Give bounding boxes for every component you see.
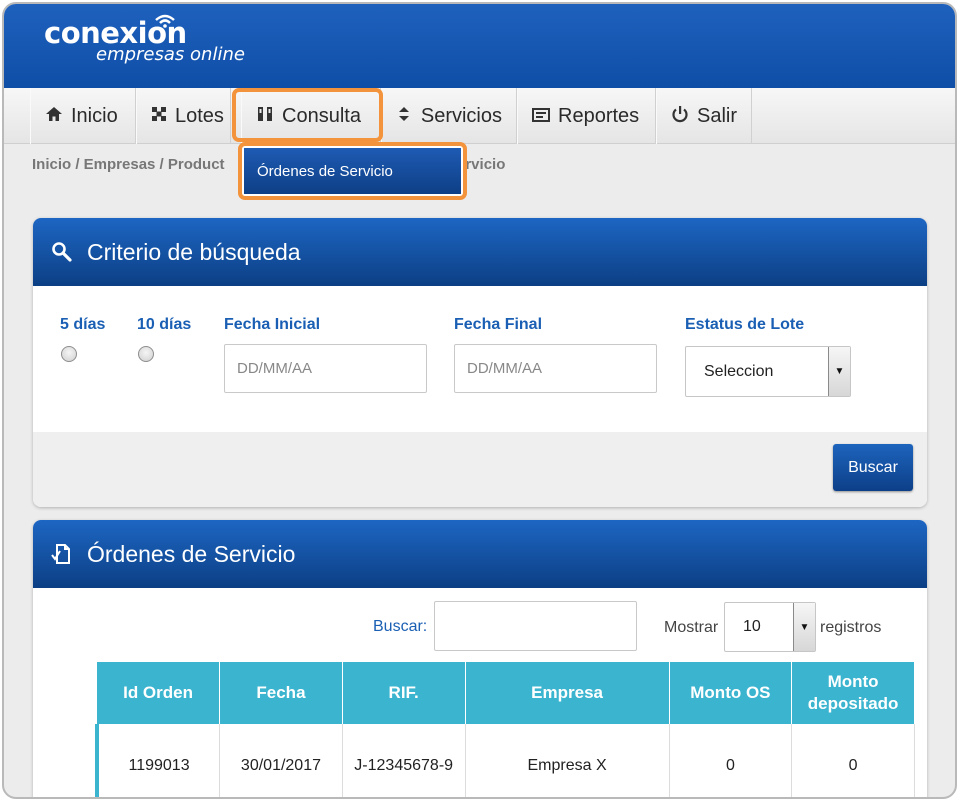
cell-rif: J-12345678-9 [342,724,466,797]
wifi-icon [155,14,175,28]
col-monto-os[interactable]: Monto OS [669,662,793,724]
estatus-select-value: Seleccion [704,362,774,380]
table-search-input[interactable] [434,601,637,651]
nav-reportes[interactable]: Reportes [517,88,656,144]
col-rif[interactable]: RIF. [342,662,466,724]
nav-label: Inicio [71,104,118,127]
orders-panel: Órdenes de Servicio Buscar: Mostrar 10 ▼… [33,520,927,797]
consulta-highlight [232,88,383,142]
document-icon [51,544,70,564]
table-header-row: Id Orden Fecha RIF. Empresa Monto OS Mon… [97,662,915,724]
radio-10-label: 10 días [137,316,192,333]
mostrar-label: Mostrar [664,619,719,636]
cell-id-orden: 1199013 [95,724,221,797]
search-panel-header: Criterio de búsqueda [33,218,927,286]
search-panel-title: Criterio de búsqueda [87,238,301,265]
fecha-final-label: Fecha Final [454,316,543,333]
search-icon [52,242,72,262]
fecha-final-input[interactable] [454,344,657,393]
nav-inicio[interactable]: Inicio [30,88,136,144]
orders-table: Id Orden Fecha RIF. Empresa Monto OS Mon… [95,662,915,797]
col-empresa[interactable]: Empresa [465,662,670,724]
search-panel-footer: Buscar [33,432,927,507]
nav-servicios[interactable]: Servicios [381,88,517,144]
nav-lotes[interactable]: Lotes [136,88,231,144]
app-window: conexion empresas online Inicio Lotes Co… [2,2,957,799]
home-icon [45,105,63,128]
header: conexion empresas online [4,4,955,88]
chevron-down-icon[interactable]: ▼ [793,603,815,651]
menu-item-ordenes-servicio[interactable]: Órdenes de Servicio [244,148,461,194]
col-monto-depositado[interactable]: Monto depositado [791,662,915,724]
nav-label: Reportes [558,104,640,127]
estatus-select[interactable]: Seleccion ▼ [685,346,851,397]
estatus-label: Estatus de Lote [685,316,805,333]
fecha-inicial-label: Fecha Inicial [224,316,321,333]
radio-5-dias[interactable] [61,346,77,362]
logo: conexion empresas online [44,14,245,65]
logo-subtitle: empresas online [96,44,245,65]
nav-label: Salir [697,104,738,127]
servicios-icon [396,106,413,127]
table-search-label: Buscar: [373,618,428,635]
breadcrumb: Inicio / Empresas / Product [32,156,225,173]
cell-empresa: Empresa X [465,724,670,797]
lotes-icon [151,106,167,127]
table-row[interactable]: 1199013 30/01/2017 J-12345678-9 Empresa … [95,724,915,797]
orders-panel-title: Órdenes de Servicio [87,540,296,567]
registros-label: registros [820,619,882,636]
orders-panel-header: Órdenes de Servicio [33,520,927,588]
buscar-button[interactable]: Buscar [833,444,913,491]
fecha-inicial-input[interactable] [224,344,427,393]
nav-label: Servicios [420,104,502,127]
cell-monto-depositado: 0 [791,724,915,797]
reportes-icon [532,106,550,127]
col-fecha[interactable]: Fecha [219,662,343,724]
nav-label: Lotes [175,104,224,127]
search-panel: Criterio de búsqueda 5 días 10 días Fech… [33,218,927,507]
col-id-orden[interactable]: Id Orden [97,662,221,724]
page-size-select[interactable]: 10 ▼ [724,602,816,652]
chevron-down-icon[interactable]: ▼ [828,347,850,396]
cell-fecha: 30/01/2017 [219,724,343,797]
main-nav: Inicio Lotes Consulta Servicios Reportes [4,88,955,144]
page-size-value: 10 [743,618,761,635]
radio-10-dias[interactable] [138,346,154,362]
radio-5-label: 5 días [60,316,106,333]
cell-monto-os: 0 [669,724,793,797]
nav-salir[interactable]: Salir [656,88,752,144]
power-icon [671,105,689,128]
